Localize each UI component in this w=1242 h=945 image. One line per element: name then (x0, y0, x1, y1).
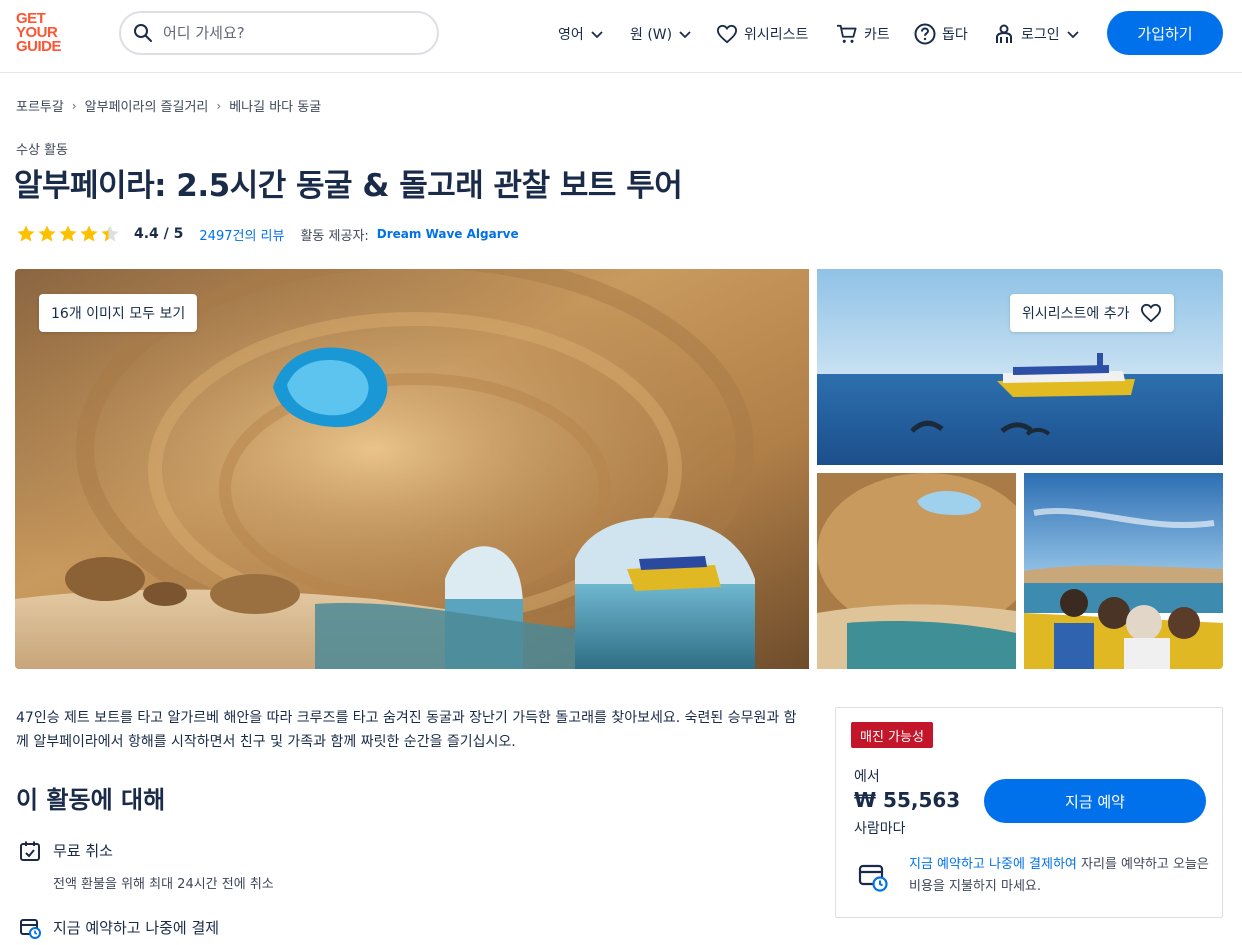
calendar-check-icon (20, 841, 40, 861)
login-label: 로그인 (1021, 27, 1060, 43)
search-bar[interactable] (119, 11, 439, 55)
wishlist-link[interactable]: 위시리스트 (716, 22, 808, 46)
wishlist-label: 위시리스트 (744, 27, 809, 43)
heart-icon (1140, 303, 1161, 323)
about-section-title: 이 활동에 대해 (16, 786, 166, 814)
search-icon (134, 24, 152, 42)
currency-label: 원 (W) (630, 27, 673, 43)
image-gallery: 16개 이미지 모두 보기 위시리스트에 추가 (15, 269, 1223, 669)
cart-label: 카트 (864, 27, 890, 43)
language-selector[interactable]: 영어 (558, 22, 604, 46)
provider-link[interactable]: Dream Wave Algarve (377, 227, 519, 241)
feature-subtitle: 전액 환불을 위해 최대 24시간 전에 취소 (53, 877, 274, 892)
language-label: 영어 (558, 27, 584, 43)
price-value: ₩ 55,563 (854, 788, 961, 812)
calendar-clock-icon (858, 864, 888, 892)
help-label: 돕다 (942, 27, 968, 43)
currency-selector[interactable]: 원 (W) (630, 22, 692, 46)
breadcrumb-item-albufeira[interactable]: 알부페이라의 즐길거리 (85, 96, 209, 115)
add-to-wishlist-button[interactable]: 위시리스트에 추가 (1010, 294, 1174, 332)
calendar-clock-icon (20, 919, 41, 939)
add-to-wishlist-label: 위시리스트에 추가 (1022, 306, 1130, 322)
breadcrumb-item-portugal[interactable]: 포르투갈 (16, 96, 64, 115)
cart-icon (837, 24, 857, 43)
activity-category: 수상 활동 (16, 143, 68, 158)
feature-free-cancellation: 무료 취소 전액 환불을 위해 최대 24시간 전에 취소 (19, 840, 274, 892)
login-menu[interactable]: 로그인 (993, 22, 1080, 46)
booking-panel: 매진 가능성 에서 ₩ 55,563 사람마다 지금 예약 지금 예약하고 나중… (835, 707, 1223, 918)
reserve-now-pay-later-link[interactable]: 지금 예약하고 나중에 결제하여 (909, 857, 1077, 872)
rating-value: 4.4 / 5 (134, 226, 184, 242)
chevron-down-icon (1067, 31, 1079, 39)
reviews-link[interactable]: 2497건의 리뷰 (199, 225, 284, 244)
getyourguide-logo[interactable]: GET YOUR GUIDE (16, 11, 76, 58)
photo-tourists-on-boat[interactable] (1024, 473, 1223, 669)
feature-reserve-now-pay-later: 지금 예약하고 나중에 결제 (19, 917, 219, 939)
rating-row: 4.4 / 5 2497건의 리뷰 활동 제공자: Dream Wave Alg… (16, 224, 519, 244)
star-icon (17, 225, 35, 242)
help-icon (914, 23, 936, 45)
help-link[interactable]: 돕다 (914, 22, 968, 46)
breadcrumb-item-benagil[interactable]: 베나길 바다 동굴 (229, 96, 321, 115)
star-icon (80, 225, 98, 242)
star-icon (59, 225, 77, 242)
search-input[interactable] (163, 24, 413, 42)
breadcrumb: 포르투갈 › 알부페이라의 즐길거리 › 베나길 바다 동굴 (16, 96, 321, 116)
chevron-right-icon: › (216, 98, 222, 113)
photo-cave-interior[interactable] (817, 473, 1016, 669)
user-group-icon (996, 24, 1012, 43)
provider-label: 활동 제공자: (300, 228, 369, 244)
view-all-images-button[interactable]: 16개 이미지 모두 보기 (39, 294, 198, 332)
signup-button[interactable]: 가입하기 (1107, 11, 1223, 55)
star-rating (16, 224, 120, 244)
chevron-right-icon: › (71, 98, 77, 113)
logo-line-3: GUIDE (16, 38, 62, 55)
reserve-now-pay-later-text: 지금 예약하고 나중에 결제하여 자리를 예약하고 오늘은 비용을 지불하지 마… (909, 854, 1209, 898)
chevron-down-icon (591, 31, 603, 39)
likely-to-sell-out-badge: 매진 가능성 (851, 722, 933, 748)
star-icon (101, 225, 119, 242)
book-now-button[interactable]: 지금 예약 (984, 779, 1206, 823)
activity-description: 47인승 제트 보트를 타고 알가르베 해안을 따라 크루즈를 타고 숨겨진 동… (16, 710, 797, 750)
top-header: GET YOUR GUIDE 영어 원 (W) 위시리스트 카트 돕다 로그인 … (0, 0, 1242, 73)
cart-link[interactable]: 카트 (836, 22, 890, 46)
price-per-person-label: 사람마다 (854, 821, 906, 837)
star-icon (38, 225, 56, 242)
page-title: 알부페이라: 2.5시간 동굴 & 돌고래 관찰 보트 투어 (14, 168, 683, 204)
feature-title: 지금 예약하고 나중에 결제 (53, 919, 220, 937)
chevron-down-icon (679, 31, 691, 39)
heart-icon (716, 24, 738, 44)
feature-title: 무료 취소 (53, 842, 113, 860)
price-from-label: 에서 (854, 769, 880, 785)
